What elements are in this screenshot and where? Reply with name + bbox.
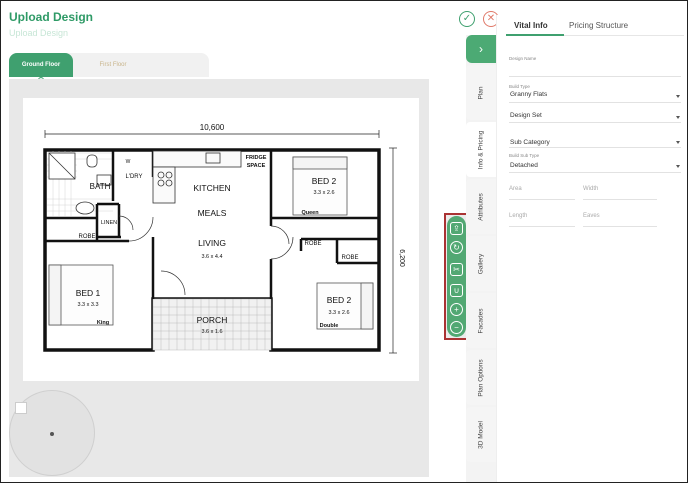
- room-robe-right: ROBE: [341, 255, 358, 261]
- minimap-center-dot: [50, 432, 54, 436]
- design-set-select[interactable]: [509, 109, 681, 123]
- width-input[interactable]: Width: [583, 186, 598, 192]
- chevron-down-icon: [676, 95, 680, 98]
- minimap-viewport[interactable]: [15, 402, 27, 414]
- room-porch: PORCH: [197, 315, 228, 325]
- tab-pricing-structure[interactable]: Pricing Structure: [569, 21, 628, 30]
- tab-ground-floor[interactable]: Ground Floor: [9, 53, 73, 77]
- design-name-input[interactable]: [509, 61, 681, 77]
- room-linen: LINEN: [101, 220, 117, 226]
- scissors-icon[interactable]: ✂: [450, 263, 463, 276]
- dimension-height: [389, 147, 397, 354]
- chevron-down-icon: [676, 141, 680, 144]
- tab-attributes-label: Attributes: [477, 192, 485, 221]
- magnet-icon[interactable]: ∪: [450, 284, 463, 297]
- tab-vital-info[interactable]: Vital Info: [514, 21, 548, 30]
- tab-info-pricing[interactable]: Info & Pricing: [466, 122, 496, 177]
- length-input[interactable]: Length: [509, 213, 527, 219]
- room-kitchen: KITCHEN: [193, 183, 230, 193]
- room-bath: BATH: [90, 182, 111, 191]
- room-bed2-bottom-size: 3.3 x 2.6: [328, 310, 349, 316]
- dimension-width-label: 10,600: [200, 123, 225, 132]
- active-tab-underline: [506, 34, 564, 36]
- tab-facades-label: Facades: [477, 308, 485, 333]
- sub-category-select[interactable]: [509, 136, 681, 148]
- eaves-input[interactable]: Eaves: [583, 213, 600, 219]
- zoom-out-icon[interactable]: −: [450, 321, 463, 334]
- build-sub-type-select[interactable]: [509, 159, 681, 173]
- tab-attributes[interactable]: Attributes: [466, 179, 496, 234]
- export-icon[interactable]: ⇪: [450, 222, 463, 235]
- fridge-space-line1: FRIDGE: [246, 155, 267, 161]
- tab-plan-options-label: Plan Options: [477, 358, 485, 397]
- floor-plan[interactable]: 10,600 6,200 BATH L'DRY W KITCHEN FRIDGE…: [23, 98, 419, 381]
- zoom-in-icon[interactable]: +: [450, 303, 463, 316]
- floor-tabs: Ground Floor First Floor: [9, 53, 209, 77]
- page-subtitle-ghost: Upload Design: [9, 28, 69, 38]
- tab-plan-label: Plan: [477, 85, 485, 100]
- fridge-space-line2: SPACE: [247, 163, 266, 169]
- tab-gallery-label: Gallery: [477, 253, 485, 274]
- expand-panel-button[interactable]: ›: [466, 35, 496, 63]
- room-bed2-bottom-bed: Double: [320, 323, 339, 329]
- tab-3d-model[interactable]: 3D Model: [466, 407, 496, 462]
- tab-gallery[interactable]: Gallery: [466, 236, 496, 291]
- room-meals: MEALS: [198, 208, 227, 218]
- room-bed1: BED 1: [76, 288, 101, 298]
- room-bed2-top-bed: Queen: [301, 210, 319, 216]
- room-bed1-size: 3.3 x 3.3: [77, 302, 98, 308]
- chevron-down-icon: [676, 165, 680, 168]
- tab-plan-options[interactable]: Plan Options: [466, 350, 496, 405]
- dimension-height-label: 6,200: [398, 249, 405, 267]
- chevron-down-icon: [676, 116, 680, 119]
- length-underline: [509, 226, 575, 227]
- area-input[interactable]: Area: [509, 186, 522, 192]
- area-underline: [509, 199, 575, 200]
- tab-facades[interactable]: Facades: [466, 293, 496, 348]
- room-bed2-bottom: BED 2: [327, 295, 352, 305]
- width-underline: [583, 199, 657, 200]
- eaves-underline: [583, 226, 657, 227]
- build-sub-type-label: Build Sub Type: [509, 153, 540, 158]
- ldry-w-label: W: [126, 159, 131, 165]
- page-title: Upload Design: [9, 10, 94, 24]
- tab-3d-model-label: 3D Model: [477, 420, 485, 449]
- room-robe-left: ROBE: [78, 234, 95, 240]
- room-bed1-bed: King: [97, 320, 109, 326]
- tab-info-pricing-label: Info & Pricing: [477, 130, 485, 169]
- room-robe-mid: ROBE: [304, 241, 321, 247]
- room-living: LIVING: [198, 238, 226, 248]
- room-bed2-top: BED 2: [312, 176, 337, 186]
- rotate-icon[interactable]: ↻: [450, 241, 463, 254]
- build-type-select[interactable]: [509, 89, 681, 103]
- tab-first-floor[interactable]: First Floor: [79, 53, 147, 77]
- room-porch-size: 3.6 x 1.6: [201, 329, 222, 335]
- room-bed2-top-size: 3.3 x 2.6: [313, 190, 334, 196]
- app-frame: Upload Design Upload Design Ground Floor…: [0, 0, 688, 483]
- room-ldry: L'DRY: [125, 174, 142, 180]
- kitchen-bench: [152, 150, 242, 204]
- tab-plan[interactable]: Plan: [466, 65, 496, 120]
- room-living-size: 3.6 x 4.4: [201, 254, 222, 260]
- confirm-button[interactable]: ✓: [459, 11, 475, 27]
